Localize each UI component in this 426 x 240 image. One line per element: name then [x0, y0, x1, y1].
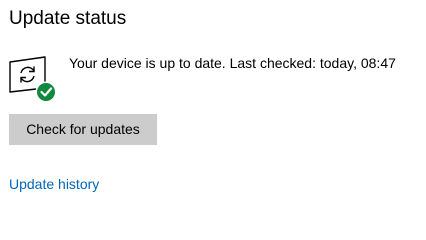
- section-title: Update status: [9, 8, 127, 29]
- update-status-row: Your device is up to date. Last checked:…: [7, 52, 417, 108]
- update-status-message: Your device is up to date. Last checked:…: [69, 55, 396, 71]
- check-for-updates-button[interactable]: Check for updates: [9, 114, 157, 145]
- update-sync-icon: [9, 56, 57, 103]
- checkmark-badge-icon: [35, 81, 57, 103]
- update-history-link[interactable]: Update history: [9, 175, 99, 193]
- windows-update-panel: Update status Your device is up to date.…: [0, 0, 426, 209]
